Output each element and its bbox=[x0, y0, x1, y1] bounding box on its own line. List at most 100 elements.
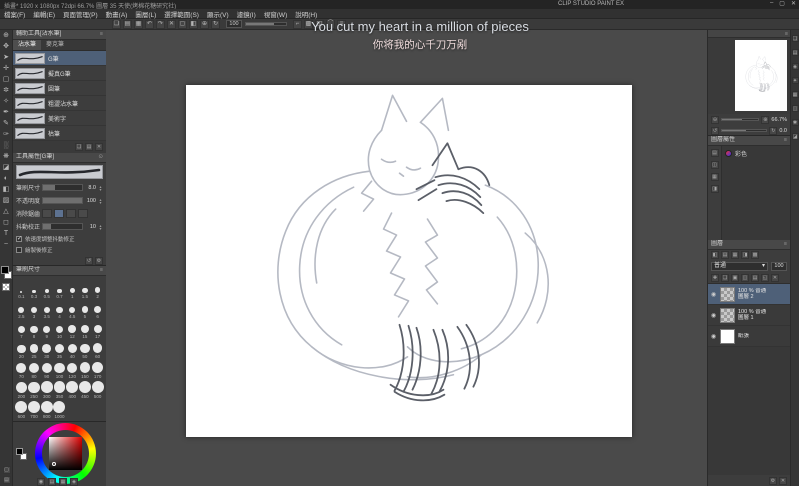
brush-size-cell[interactable]: 1 bbox=[66, 279, 79, 299]
brush-size-cell[interactable]: 300 bbox=[40, 379, 53, 399]
brush-size-cell[interactable]: 100 bbox=[53, 359, 66, 379]
save-icon[interactable]: ▦ bbox=[134, 19, 143, 29]
brush-size-cell[interactable]: 10 bbox=[53, 319, 66, 339]
layer-row[interactable]: ◉ 100 % 普通 圖層 2 bbox=[708, 284, 790, 305]
material-3d-icon[interactable]: ◫ bbox=[791, 105, 799, 112]
rotate-view-icon[interactable]: ↻ bbox=[211, 19, 220, 29]
panel-menu-icon[interactable]: ≡ bbox=[100, 30, 103, 39]
eraser-tool-icon[interactable]: ◪ bbox=[1, 162, 12, 173]
rotate-slider[interactable] bbox=[721, 129, 768, 132]
panel-menu-icon[interactable]: ≡ bbox=[785, 31, 788, 37]
checkbox-icon[interactable] bbox=[16, 246, 22, 253]
minimize-icon[interactable]: – bbox=[770, 0, 773, 7]
brush-size-cell[interactable]: 450 bbox=[78, 379, 92, 399]
screen-mode-icon[interactable]: ▢ bbox=[2, 466, 11, 474]
eyedropper-tool-icon[interactable]: ✧ bbox=[1, 96, 12, 107]
speed-stabilization-option[interactable]: 依速度調整抖動修正 bbox=[13, 233, 106, 244]
material-manga-icon[interactable]: ✦ bbox=[791, 77, 799, 84]
spinner-icon[interactable]: ▴ ▾ bbox=[98, 197, 103, 204]
canvas-document[interactable] bbox=[186, 85, 632, 437]
brush-size-cell[interactable]: 1.5 bbox=[79, 279, 92, 299]
zoom-in-icon[interactable]: ⊕ bbox=[761, 115, 770, 124]
new-folder-icon[interactable]: ❏ bbox=[721, 274, 729, 282]
menu-item[interactable]: 說明(H) bbox=[291, 9, 321, 19]
brush-size-cell[interactable]: 9 bbox=[40, 319, 53, 339]
operation-tool-icon[interactable]: ➤ bbox=[1, 52, 12, 63]
color-slider-icon[interactable]: ▤ bbox=[48, 478, 56, 486]
close-icon[interactable]: ✕ bbox=[791, 0, 796, 7]
menu-item[interactable]: 顯示(V) bbox=[203, 9, 233, 19]
material-image-icon[interactable]: ▦ bbox=[791, 91, 799, 98]
new-layer-icon[interactable]: ✚ bbox=[711, 274, 719, 282]
brush-size-cell[interactable]: 150 bbox=[79, 359, 92, 379]
brush-size-panel-header[interactable]: 筆刷尺寸 ≡ bbox=[13, 266, 106, 276]
brush-size-cell[interactable]: 500 bbox=[91, 379, 104, 399]
zoom-in-icon[interactable]: ⊕ bbox=[200, 19, 209, 29]
quick-access-icon[interactable]: ❏ bbox=[791, 35, 799, 42]
antialias-none-icon[interactable] bbox=[42, 209, 53, 218]
color-wheel-icon[interactable]: ◉ bbox=[37, 478, 45, 486]
brush-size-cell[interactable]: 30 bbox=[40, 339, 53, 359]
stabilization-value[interactable]: 10 bbox=[85, 224, 96, 230]
brush-size-cell[interactable]: 6 bbox=[91, 299, 104, 319]
tool-property-header[interactable]: 工具屬性[G筆] ⊙ bbox=[13, 153, 106, 163]
layer-thumbnail[interactable] bbox=[720, 307, 735, 323]
apply-mask-icon[interactable]: ◱ bbox=[761, 274, 769, 282]
opacity-slider[interactable] bbox=[42, 197, 83, 204]
panel-menu-icon[interactable]: ≡ bbox=[100, 266, 103, 275]
delete-icon[interactable]: ✕ bbox=[167, 19, 176, 29]
color-cursor-icon[interactable] bbox=[52, 462, 56, 466]
expression-color-row[interactable]: 彩色 bbox=[722, 146, 790, 161]
hue-wheel[interactable] bbox=[35, 423, 96, 484]
spinner-icon[interactable]: ▴ ▾ bbox=[98, 223, 103, 230]
brush-size-cell[interactable]: 80 bbox=[28, 359, 41, 379]
effect-tone-icon[interactable]: ◫ bbox=[710, 161, 719, 169]
brush-size-cell[interactable]: 7 bbox=[15, 319, 28, 339]
brush-size-cell[interactable]: 3 bbox=[28, 299, 41, 319]
menu-item[interactable]: 動畫(A) bbox=[102, 9, 132, 19]
brush-size-cell[interactable]: 0.5 bbox=[40, 279, 53, 299]
navigator-thumbnail[interactable] bbox=[735, 40, 787, 111]
current-color-swatch[interactable] bbox=[16, 448, 23, 455]
opacity-row[interactable]: 不透明度 100 ▴ ▾ bbox=[13, 194, 106, 207]
material-download-icon[interactable]: ✱ bbox=[791, 119, 799, 126]
undo-icon[interactable]: ↶ bbox=[145, 19, 154, 29]
layer-visible-icon[interactable]: ◉ bbox=[710, 333, 717, 340]
brush-size-cell[interactable]: 0.1 bbox=[15, 279, 28, 299]
brush-size-cell[interactable]: 8 bbox=[28, 319, 41, 339]
post-correction-option[interactable]: 繪製後修正 bbox=[13, 244, 106, 255]
duplicate-subtool-icon[interactable]: ❏ bbox=[75, 143, 83, 151]
brush-size-cell[interactable]: 90 bbox=[40, 359, 53, 379]
brush-size-cell[interactable]: 200 bbox=[15, 379, 28, 399]
antialias-strong-icon[interactable] bbox=[78, 209, 89, 218]
menu-item[interactable]: 圖層(L) bbox=[131, 9, 160, 19]
brush-size-cell[interactable]: 1000 bbox=[53, 399, 66, 419]
color-history-icon[interactable]: ◈ bbox=[70, 478, 78, 486]
brush-size-cell[interactable]: 2.5 bbox=[15, 299, 28, 319]
delete-layer-icon[interactable]: ✕ bbox=[771, 274, 779, 282]
redo-icon[interactable]: ↷ bbox=[156, 19, 165, 29]
brush-list-item[interactable]: 圓筆 bbox=[13, 81, 106, 96]
brush-size-cell[interactable]: 120 bbox=[66, 359, 79, 379]
layer-thumbnail[interactable] bbox=[720, 328, 735, 344]
menu-item[interactable]: 選擇範圍(S) bbox=[160, 9, 203, 19]
brush-size-cell[interactable]: 800 bbox=[40, 399, 53, 419]
pin-icon[interactable]: ⊙ bbox=[98, 153, 103, 162]
canvas-area[interactable] bbox=[106, 30, 707, 486]
brush-size-cell[interactable]: 3.5 bbox=[40, 299, 53, 319]
switch-palette-icon[interactable]: ▤ bbox=[2, 476, 11, 484]
brush-list-item[interactable]: G筆 bbox=[13, 51, 106, 66]
brush-size-cell[interactable]: 50 bbox=[79, 339, 92, 359]
layer-filter-icon[interactable]: ◧ bbox=[711, 251, 719, 259]
subtool-tab[interactable]: 麥克筆 bbox=[41, 40, 69, 50]
material-color-icon[interactable]: ▤ bbox=[791, 49, 799, 56]
effect-layer-color-icon[interactable]: ▦ bbox=[710, 173, 719, 181]
panel-menu-icon[interactable]: ≡ bbox=[784, 136, 787, 145]
brush-list-item[interactable]: 擬真G筆 bbox=[13, 66, 106, 81]
transfer-layer-icon[interactable]: ▣ bbox=[731, 274, 739, 282]
subtool-menu-icon[interactable]: ▤ bbox=[85, 143, 93, 151]
auto-select-tool-icon[interactable]: ✲ bbox=[1, 85, 12, 96]
menu-item[interactable]: 編輯(E) bbox=[29, 9, 59, 19]
brush-size-value[interactable]: 8.0 bbox=[85, 185, 96, 191]
correct-line-tool-icon[interactable]: ~ bbox=[1, 239, 12, 250]
